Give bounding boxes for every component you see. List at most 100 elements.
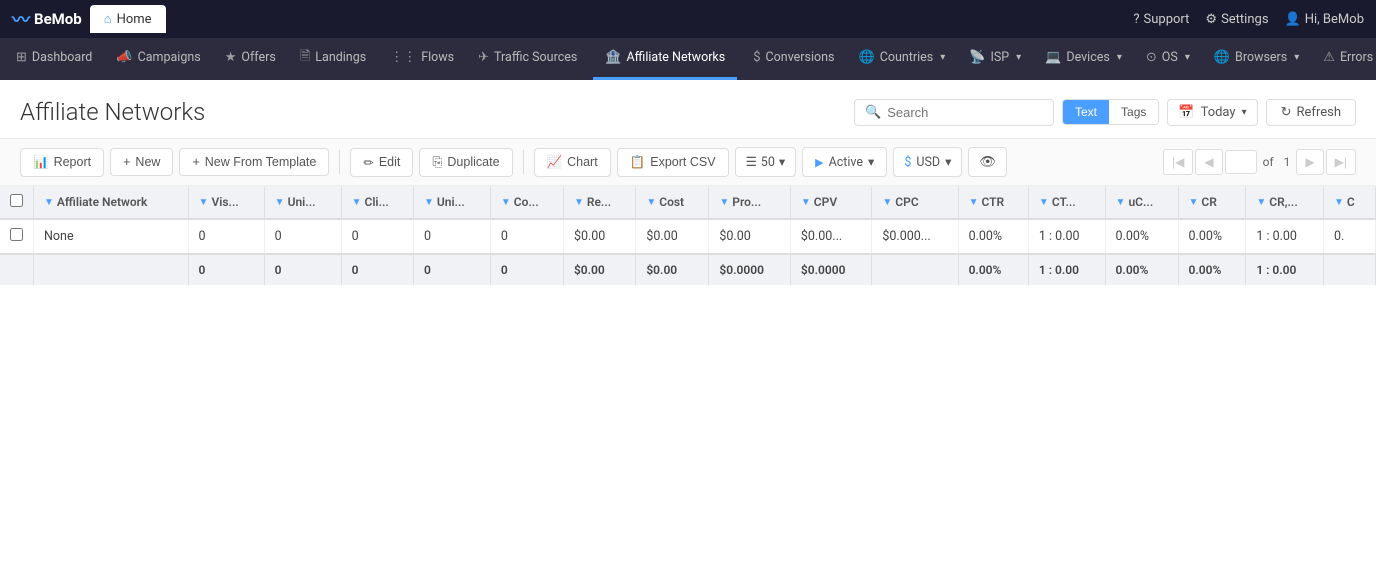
settings-link[interactable]: ⚙ Settings <box>1205 12 1268 27</box>
footer-vis: 0 <box>188 254 264 285</box>
search-icon: 🔍 <box>865 105 881 120</box>
footer-cpv: $0.0000 <box>790 254 872 285</box>
per-page-value: 50 <box>761 155 775 170</box>
search-box[interactable]: 🔍 <box>854 99 1054 126</box>
col-filter-uni2[interactable]: ▼ <box>424 197 434 208</box>
support-link[interactable]: ? Support <box>1133 12 1189 27</box>
page-header-right: 🔍 Text Tags 📅 Today ▾ ↻ Refresh <box>854 99 1356 126</box>
search-tags-button[interactable]: Tags <box>1109 100 1158 124</box>
chart-button[interactable]: 📈 Chart <box>534 148 611 177</box>
table-footer: 0 0 0 0 0 $0.00 $0.00 $0.0000 $0.0000 0.… <box>0 254 1376 285</box>
nav-item-isp[interactable]: 📡 ISP ▾ <box>957 38 1033 80</box>
search-input[interactable] <box>887 105 1037 120</box>
select-all-header[interactable] <box>0 186 34 219</box>
user-menu[interactable]: 👤 Hi, BeMob <box>1285 12 1364 27</box>
report-button[interactable]: 📊 Report <box>20 148 104 177</box>
nav-label-flows: Flows <box>421 50 454 65</box>
nav-item-landings[interactable]: 🗎 Landings <box>288 38 378 80</box>
col-header-c: ▼ C <box>1323 186 1375 219</box>
footer-cpc <box>872 254 958 285</box>
col-filter-cost[interactable]: ▼ <box>646 197 656 208</box>
col-filter-cpc[interactable]: ▼ <box>882 197 892 208</box>
nav-item-offers[interactable]: ★ Offers <box>213 38 288 80</box>
col-filter-pro[interactable]: ▼ <box>719 197 729 208</box>
nav-item-browsers[interactable]: 🌐 Browsers ▾ <box>1202 38 1311 80</box>
date-picker[interactable]: 📅 Today ▾ <box>1167 99 1257 126</box>
status-selector[interactable]: ▶ Active ▾ <box>802 147 887 177</box>
nav-item-dashboard[interactable]: ⊞ Dashboard <box>4 38 104 80</box>
new-from-template-button[interactable]: + New From Template <box>179 148 329 176</box>
landings-icon: 🗎 <box>300 47 310 69</box>
devices-icon: 💻 <box>1045 50 1061 65</box>
cell-ct: 1 : 0.00 <box>1028 219 1105 254</box>
edit-button[interactable]: ✏ Edit <box>350 148 413 177</box>
currency-selector[interactable]: $ USD ▾ <box>893 147 962 177</box>
nav-item-flows[interactable]: ⋮⋮ Flows <box>378 38 466 80</box>
nav-label-os: OS <box>1162 50 1178 65</box>
list-icon: ☰ <box>746 154 757 170</box>
col-header-cpc: ▼ CPC <box>872 186 958 219</box>
refresh-button[interactable]: ↻ Refresh <box>1266 99 1356 126</box>
col-label-re: Re... <box>587 195 611 209</box>
page-number-input[interactable]: 1 <box>1225 150 1257 174</box>
col-filter-uc[interactable]: ▼ <box>1116 197 1126 208</box>
col-label-cr2: CR,... <box>1269 195 1298 209</box>
nav-label-landings: Landings <box>315 50 366 65</box>
date-label: Today <box>1201 105 1236 120</box>
page-last-button[interactable]: ▶| <box>1326 149 1356 175</box>
col-header-re: ▼ Re... <box>563 186 635 219</box>
nav-item-countries[interactable]: 🌐 Countries ▾ <box>847 38 958 80</box>
page-title: Affiliate Networks <box>20 98 205 126</box>
new-button[interactable]: + New <box>110 148 173 176</box>
footer-uni2: 0 <box>413 254 490 285</box>
nav-item-affiliate-networks[interactable]: 🏦 Affiliate Networks <box>593 38 737 80</box>
col-filter-re[interactable]: ▼ <box>574 197 584 208</box>
col-header-cr2: ▼ CR,... <box>1246 186 1324 219</box>
col-filter-co[interactable]: ▼ <box>501 197 511 208</box>
table-row: None 0 0 0 0 0 $0.00 $0.00 $0.00 $0.00..… <box>0 219 1376 254</box>
export-icon: 📋 <box>630 155 646 170</box>
home-tab[interactable]: ⌂ Home <box>90 5 166 33</box>
col-filter-ctr[interactable]: ▼ <box>969 197 979 208</box>
page-next-button[interactable]: ▶ <box>1296 149 1323 175</box>
footer-row: 0 0 0 0 0 $0.00 $0.00 $0.0000 $0.0000 0.… <box>0 254 1376 285</box>
col-filter-cr[interactable]: ▼ <box>1189 197 1199 208</box>
col-header-cost: ▼ Cost <box>636 186 709 219</box>
conversions-icon: $ <box>753 50 760 65</box>
col-filter-ct[interactable]: ▼ <box>1039 197 1049 208</box>
duplicate-button[interactable]: ⎘ Duplicate <box>419 148 512 177</box>
col-filter-cr2[interactable]: ▼ <box>1256 197 1266 208</box>
export-csv-button[interactable]: 📋 Export CSV <box>617 148 729 177</box>
cell-affiliate-network: None <box>34 219 189 254</box>
nav-item-campaigns[interactable]: 📣 Campaigns <box>104 38 212 80</box>
cell-c: 0. <box>1323 219 1375 254</box>
nav-label-errors: Errors <box>1340 50 1373 65</box>
nav-item-traffic-sources[interactable]: ✈ Traffic Sources <box>466 38 589 80</box>
page-first-button[interactable]: |◀ <box>1163 149 1193 175</box>
col-filter-uni[interactable]: ▼ <box>275 197 285 208</box>
row-checkbox[interactable] <box>10 228 23 241</box>
col-filter-c[interactable]: ▼ <box>1334 197 1344 208</box>
footer-ctr: 0.00% <box>958 254 1028 285</box>
row-checkbox-cell[interactable] <box>0 219 34 254</box>
col-label-cli: Cli... <box>364 195 388 209</box>
col-filter-cli[interactable]: ▼ <box>352 197 362 208</box>
select-all-checkbox[interactable] <box>10 194 23 207</box>
col-filter-cpv[interactable]: ▼ <box>801 197 811 208</box>
visibility-button[interactable]: 👁 <box>968 147 1007 177</box>
cell-cpv: $0.00... <box>790 219 872 254</box>
col-filter-vis[interactable]: ▼ <box>199 197 209 208</box>
cell-co: 0 <box>490 219 563 254</box>
per-page-selector[interactable]: ☰ 50 ▾ <box>735 147 797 177</box>
dashboard-icon: ⊞ <box>16 50 27 65</box>
col-filter-icon[interactable]: ▼ <box>44 197 54 208</box>
nav-item-errors[interactable]: ⚠ Errors <box>1311 38 1376 80</box>
page-prev-button[interactable]: ◀ <box>1195 149 1222 175</box>
nav-item-conversions[interactable]: $ Conversions <box>741 38 846 80</box>
cell-cli: 0 <box>341 219 413 254</box>
nav-item-devices[interactable]: 💻 Devices ▾ <box>1033 38 1134 80</box>
search-text-button[interactable]: Text <box>1063 100 1109 124</box>
nav-item-os[interactable]: ⊙ OS ▾ <box>1134 38 1202 80</box>
footer-checkbox-cell <box>0 254 34 285</box>
footer-uni: 0 <box>264 254 341 285</box>
